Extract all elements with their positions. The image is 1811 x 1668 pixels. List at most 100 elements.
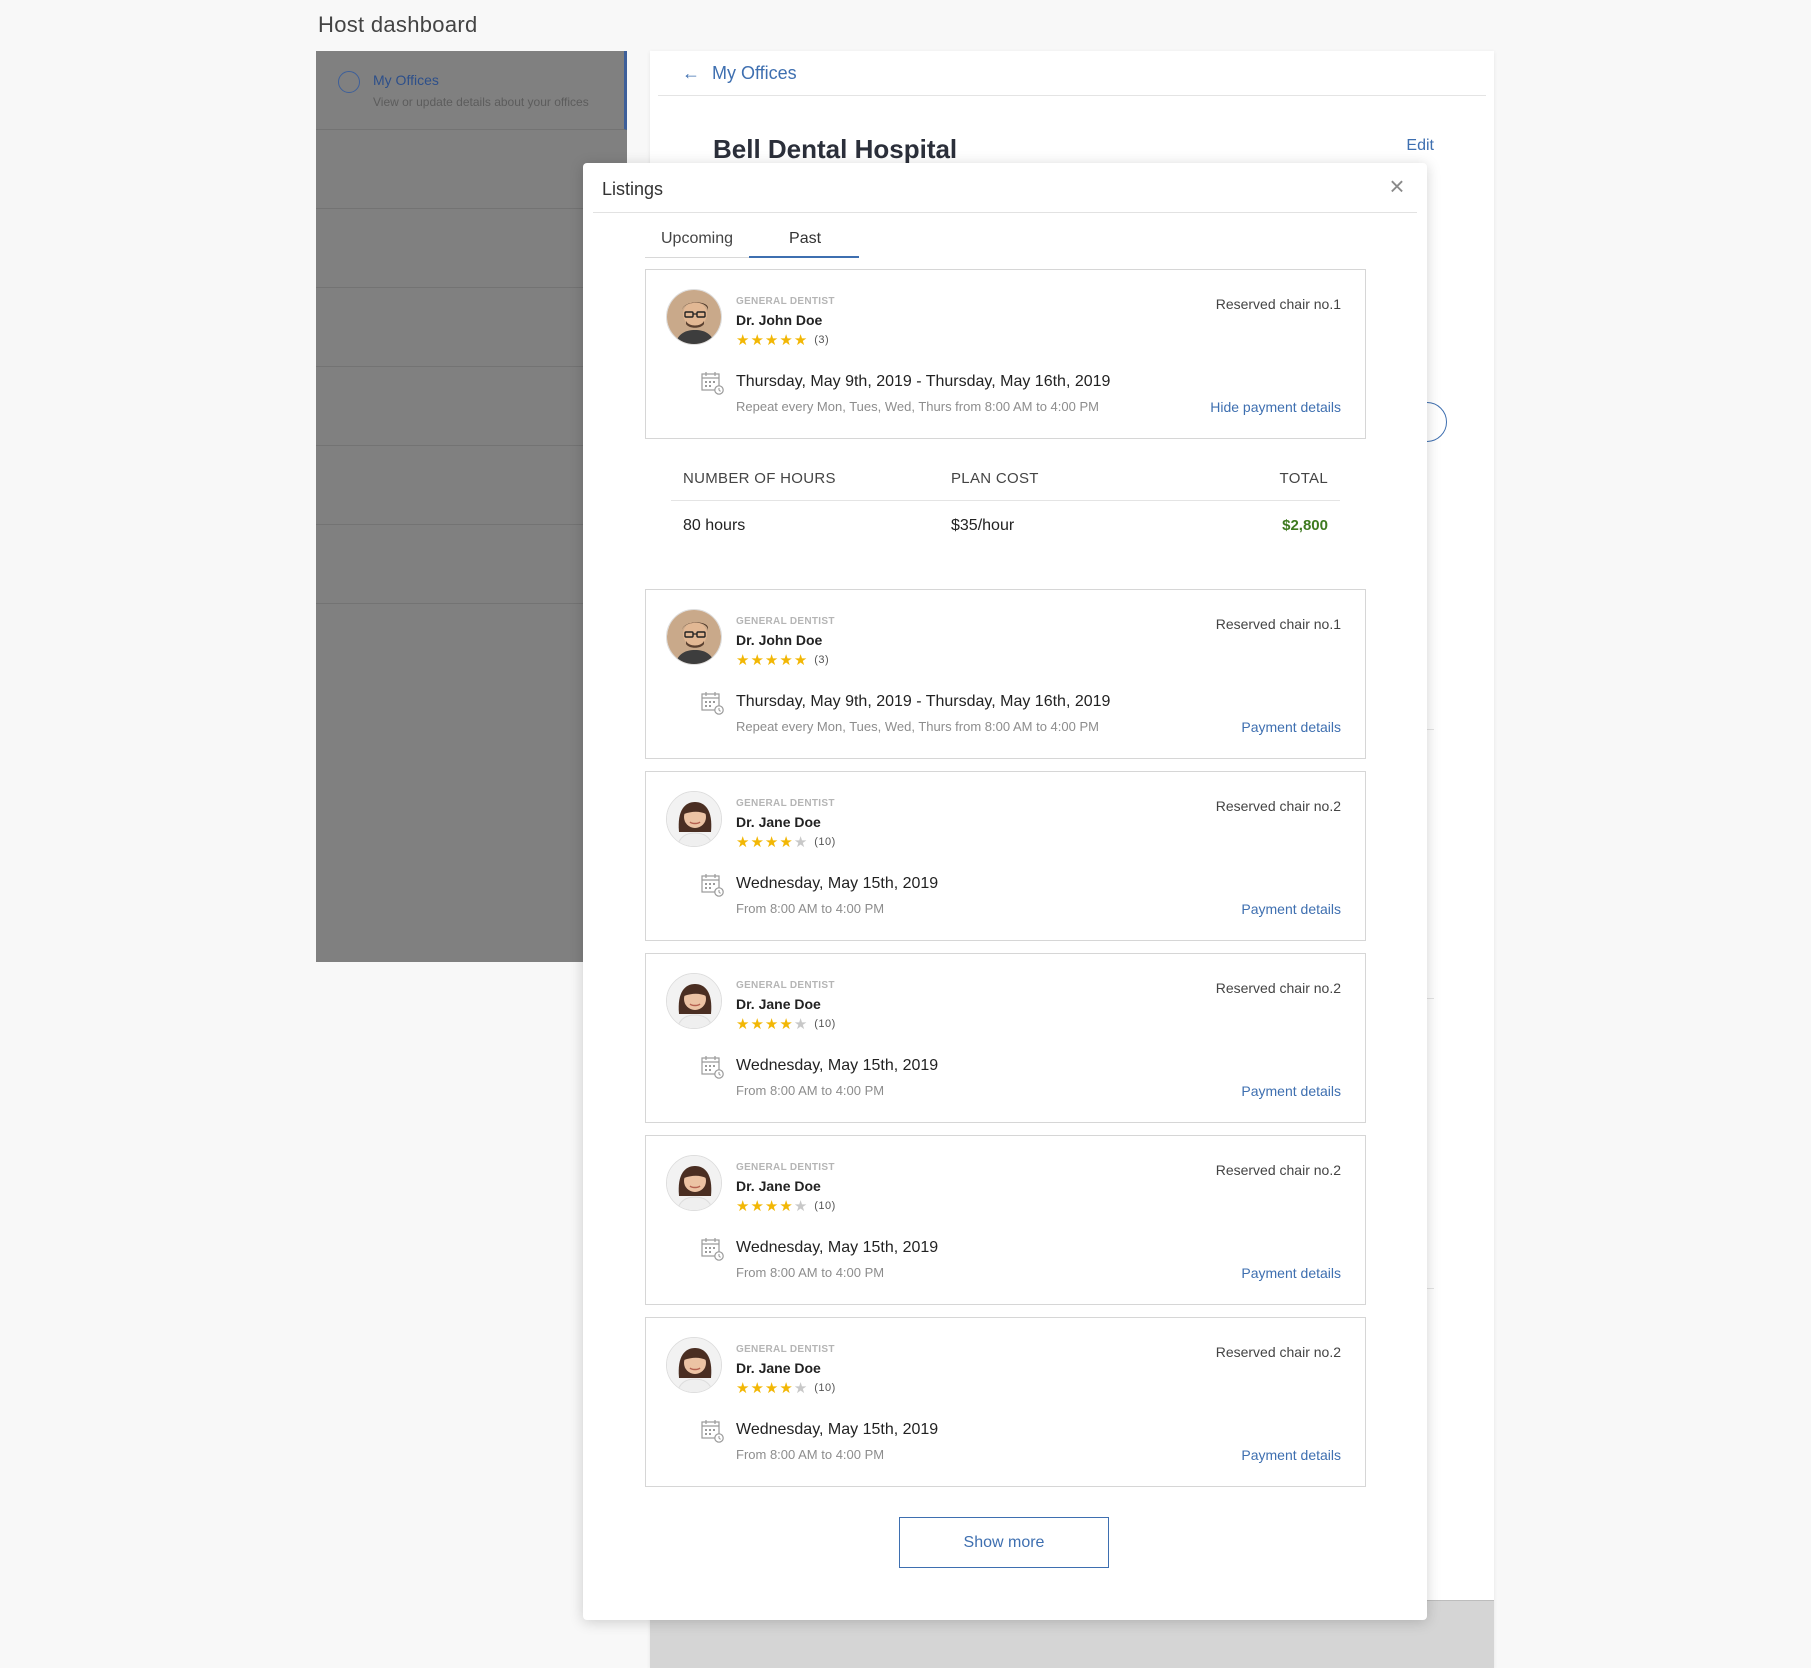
- listing-card: GENERAL DENTIST Dr. Jane Doe ★ ★ ★ ★ ★ (10) R…: [645, 1135, 1366, 1305]
- divider: [593, 212, 1417, 213]
- star-icon: ★: [793, 1016, 809, 1033]
- hours-header: NUMBER OF HOURS: [683, 470, 836, 487]
- reserved-chair: Reserved chair no.1: [1215, 296, 1341, 312]
- dentist-role: GENERAL DENTIST: [736, 1344, 835, 1355]
- arrow-left-icon: ←: [682, 63, 700, 83]
- star-icon: ★: [750, 1380, 765, 1397]
- listings-modal: Listings × Upcoming Past GENERAL DENTIST…: [583, 163, 1427, 1620]
- star-icon: ★: [736, 1198, 751, 1215]
- listing-date: Wednesday, May 15th, 2019: [736, 1057, 939, 1074]
- star-rating: ★ ★ ★ ★ ★ (3): [736, 331, 829, 349]
- sidebar-item-label: My Offices: [373, 72, 439, 88]
- star-icon: ★: [793, 1380, 809, 1397]
- star-icon: ★: [779, 332, 794, 349]
- avatar-female: [666, 1337, 722, 1393]
- star-icon: ★: [750, 1198, 765, 1215]
- avatar-male: [666, 609, 722, 665]
- user-icon: [338, 71, 360, 93]
- listing-schedule: Repeat every Mon, Tues, Wed, Thurs from …: [736, 399, 1099, 414]
- dentist-role: GENERAL DENTIST: [736, 616, 835, 627]
- star-icon: ★: [764, 652, 780, 669]
- listing-date: Wednesday, May 15th, 2019: [736, 1239, 939, 1256]
- listing-card: GENERAL DENTIST Dr. Jane Doe ★ ★ ★ ★ ★ (10) R…: [645, 1317, 1366, 1487]
- tabs: Upcoming Past: [645, 226, 860, 258]
- payment-details-link[interactable]: Payment details: [1241, 719, 1341, 735]
- star-icon: ★: [779, 834, 794, 851]
- divider: [671, 500, 1340, 501]
- payment-details-link[interactable]: Payment details: [1241, 1265, 1341, 1281]
- payment-details-link[interactable]: Payment details: [1241, 1447, 1341, 1463]
- payment-details-header: NUMBER OF HOURS PLAN COST TOTAL: [671, 470, 1340, 487]
- star-icon: ★: [779, 1198, 794, 1215]
- avatar-female: [666, 1155, 722, 1211]
- listing-schedule: From 8:00 AM to 4:00 PM: [736, 1265, 885, 1280]
- review-count: (10): [814, 1200, 836, 1212]
- star-icon: ★: [793, 1198, 809, 1215]
- listing-card: GENERAL DENTIST Dr. John Doe ★ ★ ★ ★ ★ (3) Re…: [645, 589, 1366, 759]
- back-link[interactable]: ← My Offices: [682, 63, 797, 84]
- reserved-chair: Reserved chair no.2: [1215, 1344, 1341, 1360]
- back-link-label: My Offices: [712, 63, 797, 83]
- payment-details-link[interactable]: Payment details: [1241, 901, 1341, 917]
- review-count: (3): [814, 654, 830, 666]
- star-icon: ★: [750, 332, 765, 349]
- sidebar-item-empty: [316, 446, 627, 525]
- star-icon: ★: [736, 652, 751, 669]
- sidebar-item-empty: [316, 367, 627, 446]
- star-icon: ★: [736, 834, 751, 851]
- listing-schedule: From 8:00 AM to 4:00 PM: [736, 1447, 885, 1462]
- listing-schedule: From 8:00 AM to 4:00 PM: [736, 901, 885, 916]
- star-rating: ★ ★ ★ ★ ★ (10): [736, 833, 836, 851]
- close-icon[interactable]: ×: [1385, 173, 1409, 199]
- dentist-name: Dr. Jane Doe: [736, 1360, 821, 1376]
- sidebar: My Offices View or update details about …: [316, 51, 627, 962]
- show-more-button[interactable]: Show more: [899, 1517, 1109, 1568]
- edit-link[interactable]: Edit: [1406, 137, 1434, 155]
- star-icon: ★: [750, 1016, 765, 1033]
- sidebar-item-empty: [316, 209, 627, 288]
- star-icon: ★: [793, 652, 809, 669]
- page-title: Host dashboard: [318, 12, 478, 37]
- star-rating: ★ ★ ★ ★ ★ (10): [736, 1015, 836, 1033]
- star-icon: ★: [750, 834, 765, 851]
- avatar-female: [666, 791, 722, 847]
- dentist-name: Dr. Jane Doe: [736, 996, 821, 1012]
- total-value: $2,800: [1282, 517, 1328, 534]
- listing-date: Thursday, May 9th, 2019 - Thursday, May …: [736, 693, 1111, 710]
- star-icon: ★: [764, 1016, 780, 1033]
- star-icon: ★: [764, 1380, 780, 1397]
- payment-details-row: 80 hours $35/hour $2,800: [671, 517, 1340, 535]
- listing-schedule: From 8:00 AM to 4:00 PM: [736, 1083, 885, 1098]
- star-icon: ★: [779, 1380, 794, 1397]
- divider: [658, 95, 1486, 96]
- sidebar-item-my-offices[interactable]: My Offices View or update details about …: [316, 51, 627, 130]
- listing-date: Wednesday, May 15th, 2019: [736, 875, 939, 892]
- sidebar-item-empty: [316, 130, 627, 209]
- dentist-role: GENERAL DENTIST: [736, 798, 835, 809]
- tab-past[interactable]: Past: [749, 226, 860, 258]
- star-icon: ★: [736, 332, 751, 349]
- sidebar-item-description: View or update details about your office…: [373, 95, 589, 109]
- reserved-chair: Reserved chair no.1: [1215, 616, 1341, 632]
- listing-card: GENERAL DENTIST Dr. Jane Doe ★ ★ ★ ★ ★ (10) R…: [645, 771, 1366, 941]
- dentist-name: Dr. John Doe: [736, 312, 823, 328]
- payment-details-link[interactable]: Payment details: [1241, 1083, 1341, 1099]
- payment-details-link[interactable]: Hide payment details: [1210, 399, 1341, 415]
- listing-card: GENERAL DENTIST Dr. Jane Doe ★ ★ ★ ★ ★ (10) R…: [645, 953, 1366, 1123]
- listing-list: GENERAL DENTIST Dr. John Doe ★ ★ ★ ★ ★ (3) Re…: [645, 269, 1366, 1487]
- reserved-chair: Reserved chair no.2: [1215, 980, 1341, 996]
- avatar-female: [666, 973, 722, 1029]
- star-rating: ★ ★ ★ ★ ★ (10): [736, 1197, 836, 1215]
- dentist-role: GENERAL DENTIST: [736, 296, 835, 307]
- listing-date: Thursday, May 9th, 2019 - Thursday, May …: [736, 373, 1111, 390]
- star-icon: ★: [793, 834, 809, 851]
- star-icon: ★: [779, 1016, 794, 1033]
- tab-upcoming[interactable]: Upcoming: [645, 226, 750, 258]
- calendar-icon: [700, 1237, 724, 1261]
- star-rating: ★ ★ ★ ★ ★ (3): [736, 651, 829, 669]
- avatar-male: [666, 289, 722, 345]
- listing-card: GENERAL DENTIST Dr. John Doe ★ ★ ★ ★ ★ (3) Re…: [645, 269, 1366, 439]
- plan-cost-value: $35/hour: [951, 517, 1015, 534]
- listing-date: Wednesday, May 15th, 2019: [736, 1421, 939, 1438]
- star-icon: ★: [793, 332, 809, 349]
